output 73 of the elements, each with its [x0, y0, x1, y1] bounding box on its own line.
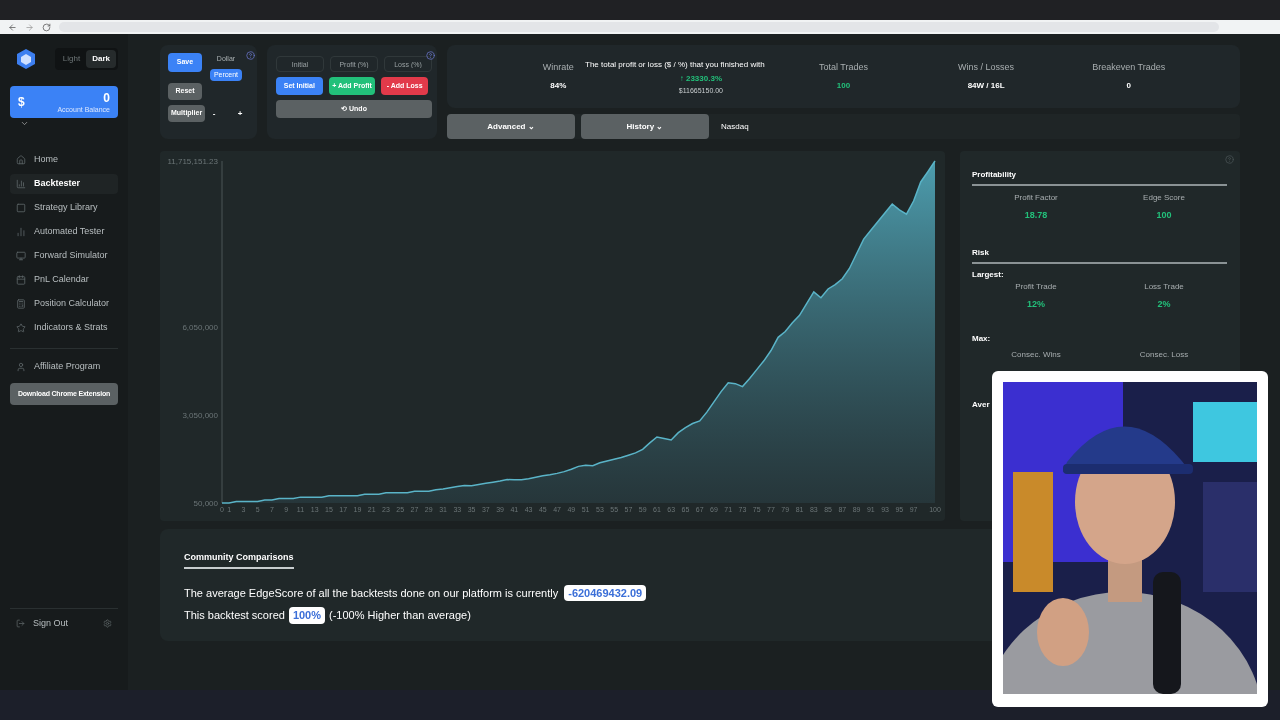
nav-item[interactable]: Forward Simulator	[10, 246, 118, 266]
metric-label: Consec. Wins	[1011, 349, 1061, 361]
dollar-sign: $	[18, 94, 25, 111]
history-dropdown[interactable]: History ⌄	[581, 114, 709, 139]
balance-value: 0	[103, 91, 110, 104]
score-comparison: (-100% Higher than average)	[329, 608, 471, 623]
nav-item[interactable]: Backtester	[10, 174, 118, 194]
logo-icon	[17, 49, 35, 69]
nav-icon	[16, 227, 26, 237]
nav-icon	[16, 179, 26, 189]
nav-icon	[16, 155, 26, 165]
nav-item[interactable]: Strategy Library	[10, 198, 118, 218]
help-icon[interactable]	[426, 51, 435, 60]
section-title: Profitability	[972, 169, 1227, 186]
sign-out-link[interactable]: Sign Out	[16, 616, 69, 630]
affiliate-link[interactable]: Affiliate Program	[10, 357, 118, 377]
help-icon[interactable]	[246, 51, 255, 60]
metric-value: 100	[1156, 209, 1172, 222]
average-score: -620469432.09	[564, 584, 647, 601]
section-title: Risk	[972, 246, 1227, 264]
tooltip: The total profit or loss ($ / %) that you finished with	[583, 59, 767, 71]
y-tick-label: 3,050,000	[182, 411, 218, 421]
stat-label: Wins / Losses	[958, 60, 1015, 74]
theme-option[interactable]: Dark	[86, 50, 116, 68]
nav-icon	[16, 275, 26, 285]
back-icon[interactable]	[8, 22, 17, 32]
nav-item[interactable]: Automated Tester	[10, 222, 118, 242]
nav-icon	[16, 299, 26, 309]
expand-icon[interactable]	[20, 119, 29, 128]
settings-icon[interactable]	[103, 618, 112, 628]
nav-item[interactable]: Position Calculator	[10, 294, 118, 314]
reload-icon[interactable]	[42, 22, 51, 32]
help-icon[interactable]	[1225, 155, 1234, 164]
minus-button[interactable]: -	[209, 107, 220, 120]
stat-value: 84%	[550, 80, 567, 93]
y-tick-label: 11,715,151.23	[167, 157, 218, 166]
theme-option[interactable]: Light	[56, 50, 87, 68]
nav-icon	[16, 203, 26, 213]
metric-label: Edge Score	[1143, 192, 1185, 204]
advanced-dropdown[interactable]: Advanced ⌄	[447, 114, 575, 139]
stat-value: 100	[836, 80, 851, 93]
stat-label: Winrate	[542, 60, 574, 74]
group-label: Max:	[972, 333, 992, 345]
backtest-score: 100%	[288, 607, 325, 624]
stat-label: Breakeven Trades	[1092, 60, 1166, 74]
nav-icon	[16, 251, 26, 261]
group-label: Largest:	[972, 268, 1005, 281]
y-tick-label: 50,000	[193, 499, 218, 508]
stat-value: ↑ 23330.3%	[679, 72, 722, 85]
nav-item[interactable]: PnL Calendar	[10, 270, 118, 290]
group-label: Aver	[972, 399, 991, 411]
nav-icon	[16, 323, 26, 333]
metric-value: 12%	[1027, 297, 1045, 311]
metric-value: 2%	[1157, 297, 1171, 311]
stat-value: 84W / 16L	[967, 80, 1005, 93]
forward-icon[interactable]	[25, 22, 34, 32]
metric-label: Profit Trade	[1015, 280, 1057, 293]
metric-label: Profit Factor	[1014, 192, 1058, 204]
metric-label: Consec. Loss	[1139, 349, 1189, 361]
stat-label: Total Trades	[818, 60, 868, 74]
market-label: Nasdaq	[721, 120, 749, 133]
plus-button[interactable]: +	[235, 107, 246, 120]
community-title: Community Comparisons	[184, 551, 294, 569]
metric-label: Loss Trade	[1144, 280, 1184, 293]
average-sentence: The average EdgeScore of all the backtests done on our platform is currently	[184, 585, 559, 601]
nav-item[interactable]: Indicators & Strats	[10, 318, 118, 338]
stat-value: 0	[1126, 80, 1131, 93]
user-icon	[16, 362, 26, 372]
y-tick-label: 6,050,000	[182, 323, 218, 333]
score-sentence: This backtest scored	[184, 608, 285, 623]
sign-out-icon	[16, 618, 25, 628]
metric-value: 18.78	[1024, 209, 1048, 222]
nav-item[interactable]: Home	[10, 150, 118, 170]
